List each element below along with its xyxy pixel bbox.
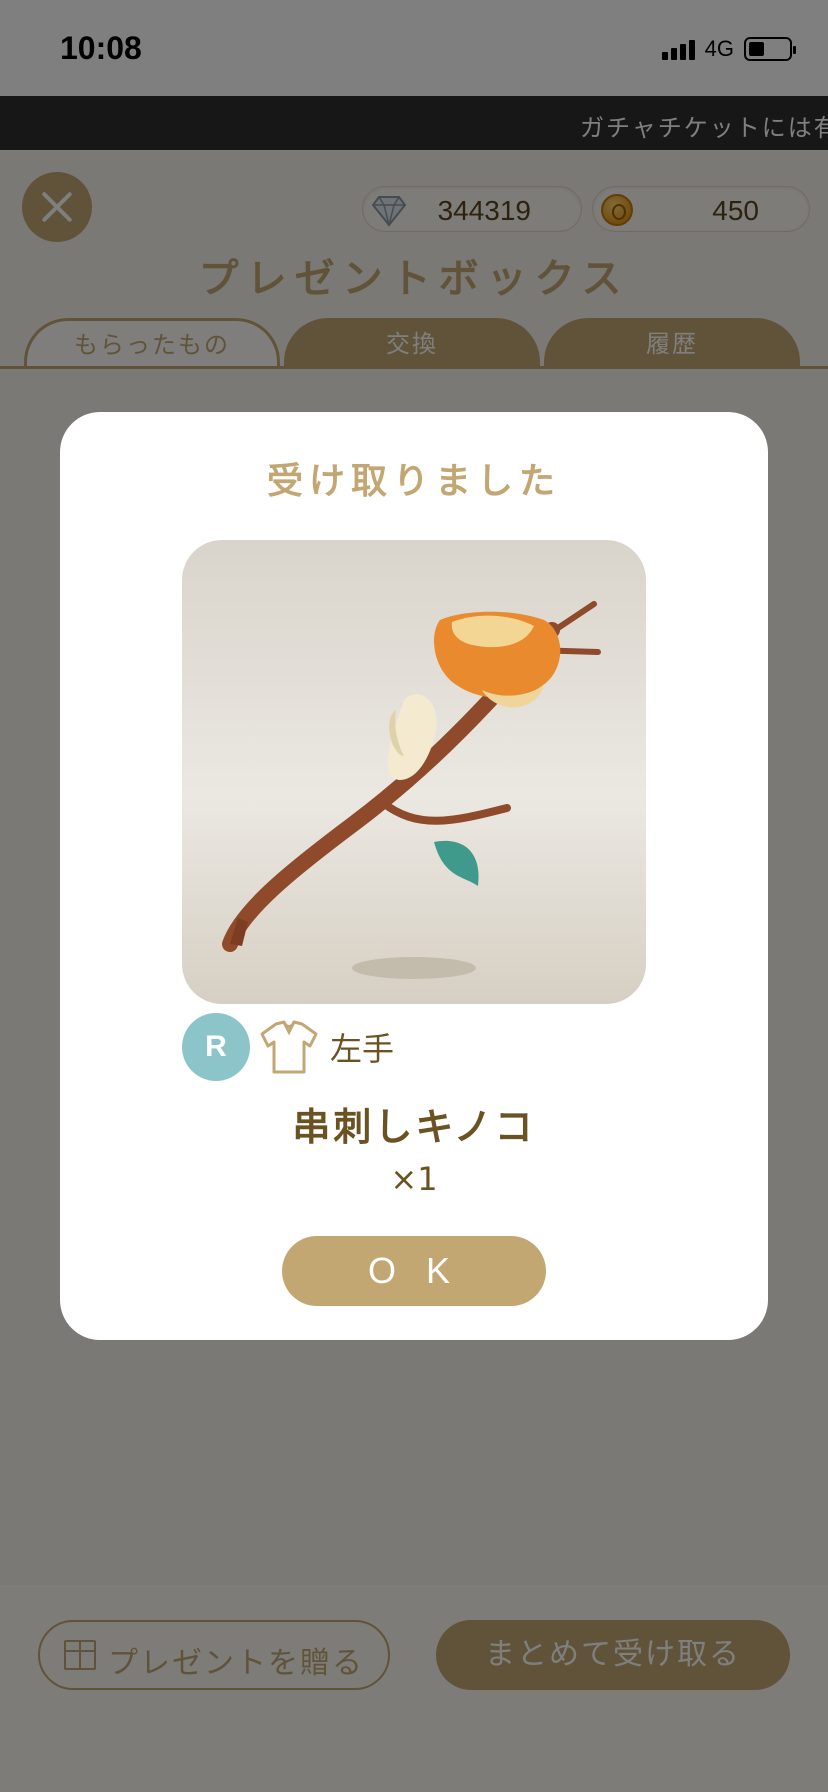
item-meta: R 左手 [182,1012,394,1082]
item-quantity: ×1 [390,1160,438,1198]
equip-slot-label: 左手 [330,1030,395,1068]
dialog-title: 受け取りました [266,461,561,502]
shirt-icon [260,1020,318,1074]
item-image [182,540,646,1004]
skewered-mushroom-illustration [222,601,601,979]
ok-button[interactable]: O K [282,1236,546,1306]
rarity-badge: R [182,1013,250,1081]
item-name: 串刺しキノコ [292,1105,536,1149]
received-dialog: 受け取りました R 左手 串刺しキノコ ×1 O K [60,412,768,1340]
